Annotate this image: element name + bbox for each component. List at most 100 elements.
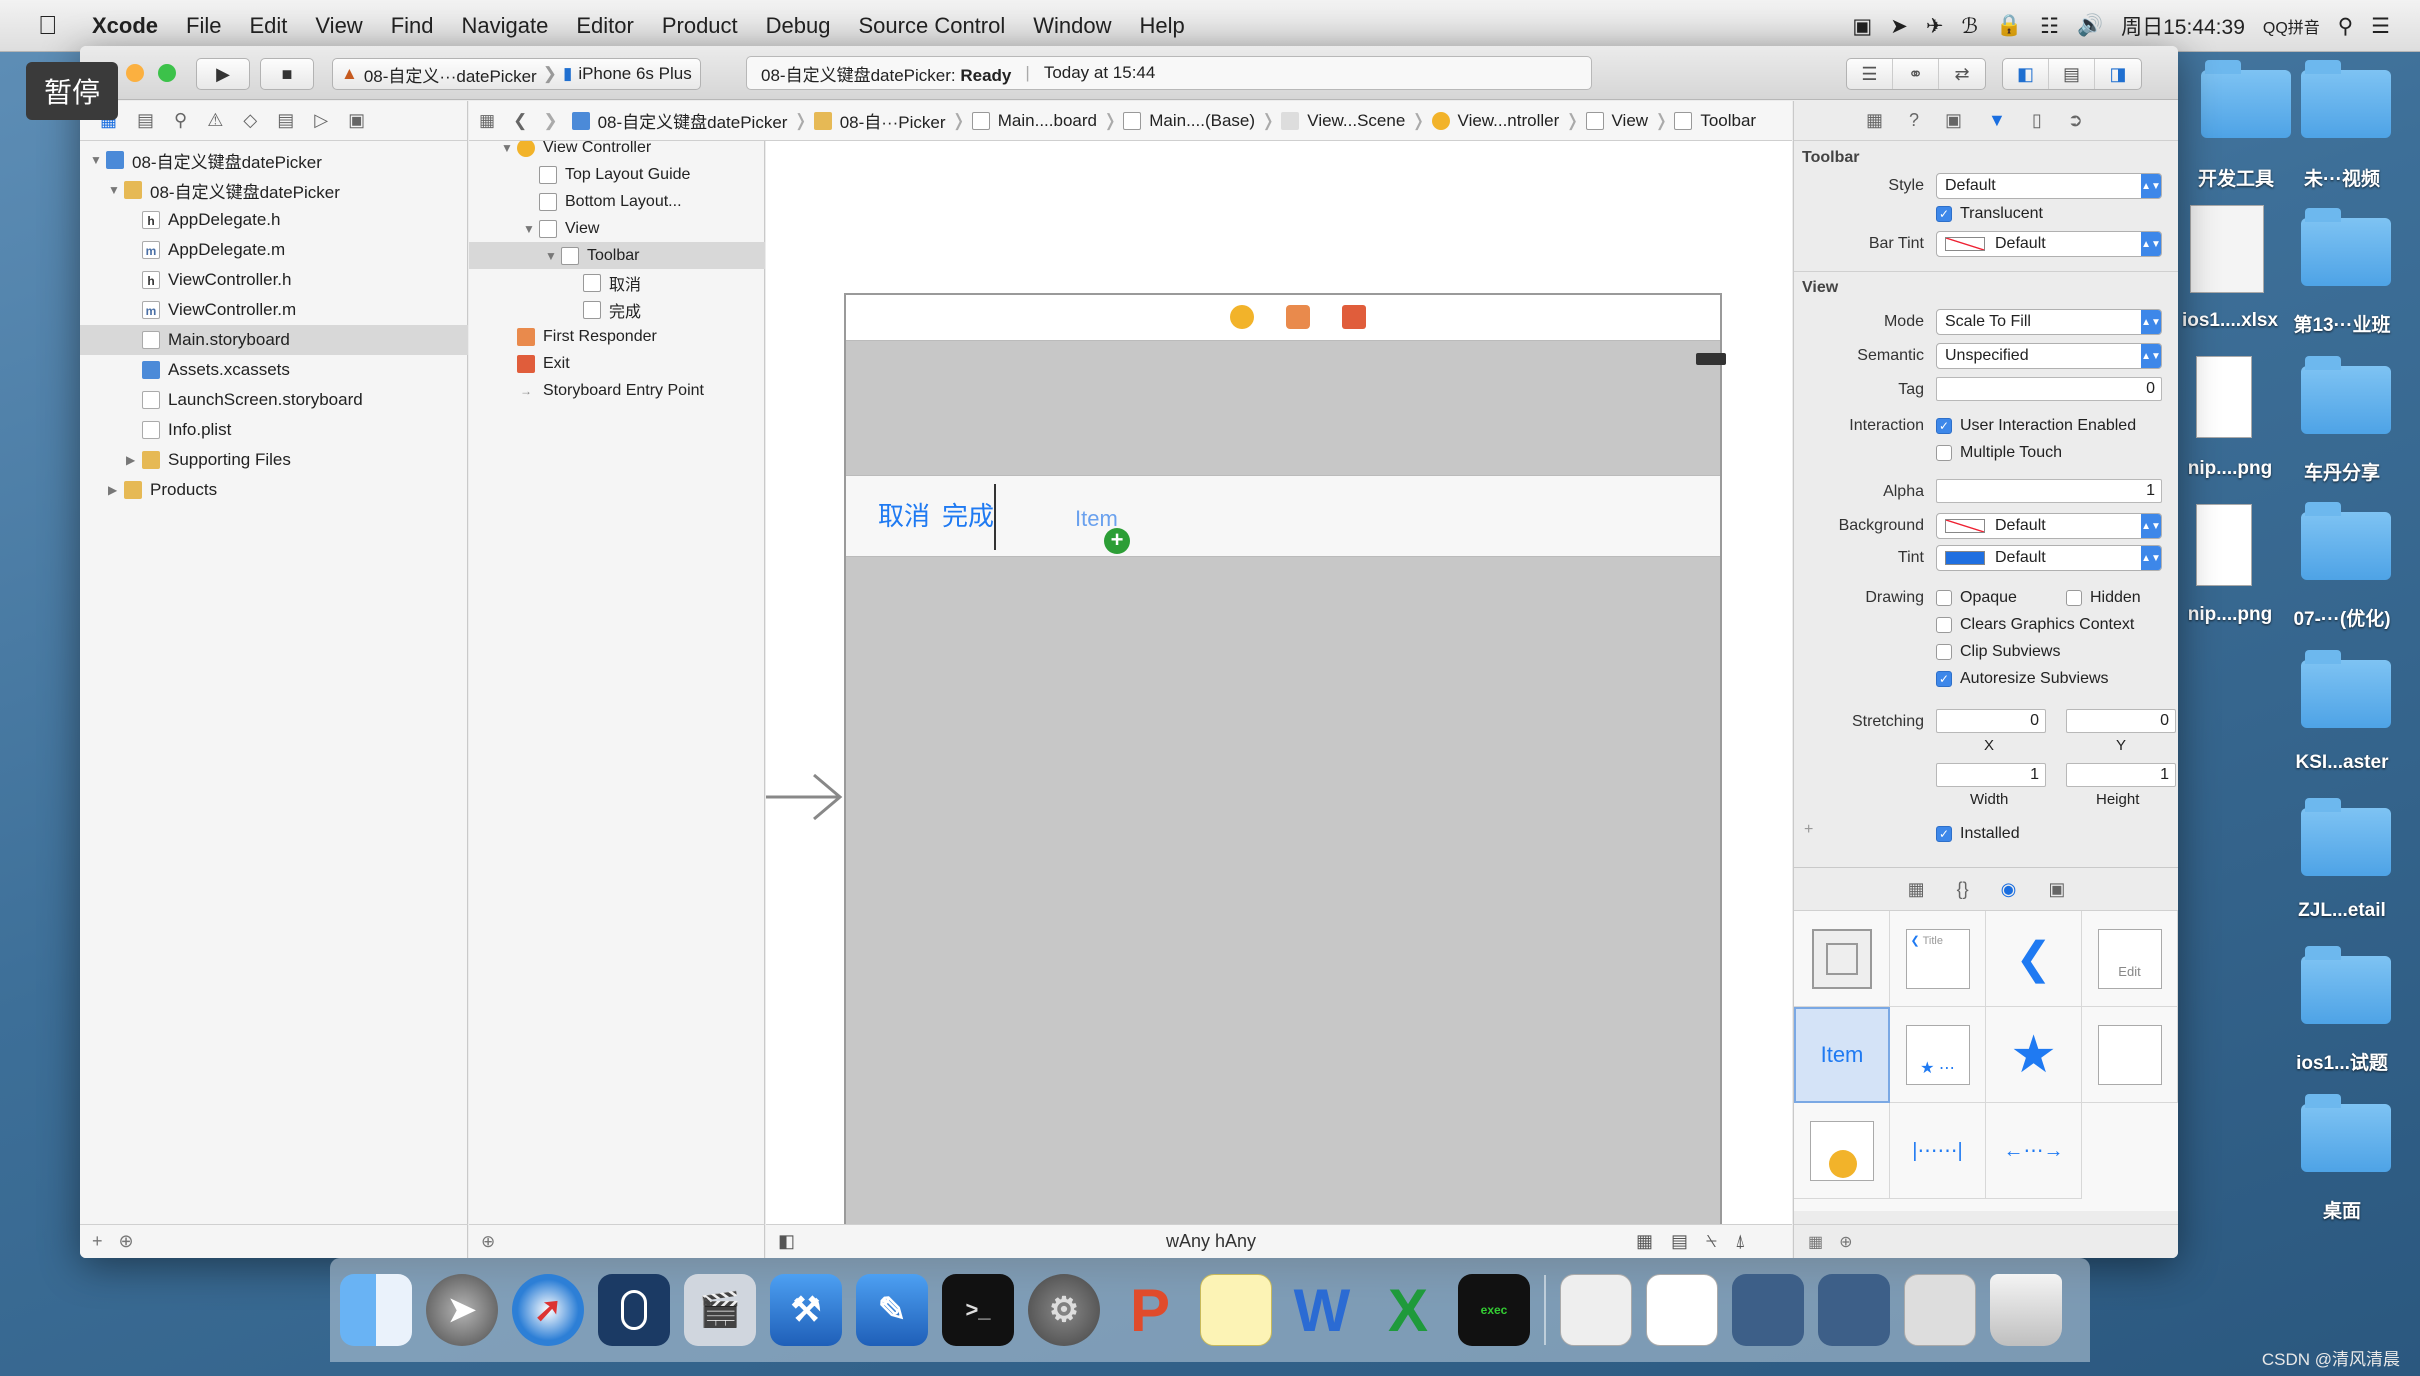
outline-row[interactable]: First Responder xyxy=(469,323,765,350)
clock-text[interactable]: 周日15:44:39 xyxy=(2121,11,2245,41)
toolbar-item-done[interactable]: 完成 xyxy=(942,496,994,533)
desktop-item-label[interactable]: 未···视频 xyxy=(2272,164,2412,191)
outline-row[interactable]: → Storyboard Entry Point xyxy=(469,377,765,404)
file-tree-row[interactable]: h AppDelegate.h xyxy=(80,205,468,235)
menu-window[interactable]: Window xyxy=(1019,13,1125,39)
stretch-width-field[interactable]: 1 xyxy=(1936,763,2046,787)
report-tab-icon[interactable]: ▣ xyxy=(348,110,365,131)
object-library-icon[interactable]: ◉ xyxy=(2001,879,2017,900)
translucent-checkbox[interactable]: ✓ Translucent xyxy=(1936,205,2043,223)
forward-arrow-icon[interactable]: ❯ xyxy=(535,111,565,131)
system-preferences-icon[interactable]: ⚙ xyxy=(1028,1274,1100,1346)
pause-badge[interactable]: 暂停 xyxy=(26,62,118,120)
version-editor-icon[interactable]: ⇄ xyxy=(1939,59,1985,89)
stretch-height-field[interactable]: 1 xyxy=(2066,763,2176,787)
spotlight-search-icon[interactable]: ⚲ xyxy=(2338,14,2353,39)
attributes-inspector-icon[interactable]: ▼ xyxy=(1988,110,2006,131)
disclosure-open-icon[interactable]: ▼ xyxy=(523,222,539,236)
apple-icon[interactable]:  xyxy=(38,10,78,41)
stretch-x-field[interactable]: 0 xyxy=(1936,709,2046,733)
first-responder-icon[interactable] xyxy=(1286,305,1310,329)
editor-mode-control[interactable]: ☰ ⚭ ⇄ xyxy=(1846,58,1986,90)
file-tree-row[interactable]: Main.storyboard xyxy=(80,325,468,355)
trash-icon[interactable] xyxy=(1990,1274,2062,1346)
grid-view-icon[interactable]: ▦ xyxy=(1808,1232,1823,1252)
lock-icon[interactable]: 🔒 xyxy=(1996,14,2022,38)
notes-icon[interactable] xyxy=(1200,1274,1272,1346)
png-file-icon[interactable] xyxy=(2196,504,2252,586)
issue-tab-icon[interactable]: ⚠ xyxy=(207,110,223,131)
filter-icon[interactable]: ⊕ xyxy=(481,1232,495,1252)
breadcrumb-item[interactable]: Toolbar xyxy=(1668,111,1762,131)
disclosure-closed-icon[interactable]: ▶ xyxy=(126,453,142,467)
menu-view[interactable]: View xyxy=(301,13,376,39)
keynote-icon[interactable]: 🎬 xyxy=(684,1274,756,1346)
excel-icon[interactable]: X xyxy=(1372,1274,1444,1346)
desktop-item-label[interactable]: 07-···(优化) xyxy=(2272,604,2412,631)
menu-edit[interactable]: Edit xyxy=(235,13,301,39)
breadcrumb-item[interactable]: Main....board xyxy=(966,111,1103,131)
file-tree-row[interactable]: h ViewController.h xyxy=(80,265,468,295)
panel-toggle-control[interactable]: ◧ ▤ ◨ xyxy=(2002,58,2142,90)
filter-icon[interactable]: ⊕ xyxy=(119,1231,134,1252)
disclosure-open-icon[interactable]: ▼ xyxy=(501,141,517,155)
terminal-icon[interactable]: >_ xyxy=(942,1274,1014,1346)
connections-inspector-icon[interactable]: ➲ xyxy=(2068,110,2083,131)
back-arrow-icon[interactable]: ❮ xyxy=(505,111,535,131)
breadcrumb-item[interactable]: Main....(Base) xyxy=(1117,111,1261,131)
volume-icon[interactable]: 🔊 xyxy=(2077,14,2103,38)
toolbar-view[interactable]: 取消 完成 Item + xyxy=(846,475,1720,557)
file-tree-row[interactable]: Assets.xcassets xyxy=(80,355,468,385)
menu-help[interactable]: Help xyxy=(1126,13,1199,39)
wifi-icon[interactable]: ☷ xyxy=(2040,14,2059,39)
menu-editor[interactable]: Editor xyxy=(562,13,647,39)
zoom-button[interactable] xyxy=(158,64,176,82)
location-icon[interactable]: ➤ xyxy=(1890,14,1908,39)
size-inspector-icon[interactable]: ▯ xyxy=(2032,110,2042,131)
screen-record-icon[interactable]: ▣ xyxy=(1852,14,1872,39)
file-inspector-icon[interactable]: ▦ xyxy=(1866,110,1883,131)
hidden-checkbox[interactable]: Hidden xyxy=(2066,589,2141,607)
disclosure-open-icon[interactable]: ▼ xyxy=(90,153,106,167)
file-template-icon[interactable]: ▦ xyxy=(1908,879,1925,900)
outline-row[interactable]: 取消 xyxy=(469,269,765,296)
size-class-toggle[interactable]: wAny hAny xyxy=(1166,1231,1256,1252)
library-flexible-space-item[interactable]: ←⋯→ xyxy=(1986,1103,2082,1199)
related-items-icon[interactable]: ▦ xyxy=(469,111,505,131)
input-method-text[interactable]: QQ拼音 xyxy=(2263,14,2320,38)
symbol-tab-icon[interactable]: ▤ xyxy=(137,110,154,131)
outline-row[interactable]: Exit xyxy=(469,350,765,377)
outline-row[interactable]: 完成 xyxy=(469,296,765,323)
menu-navigate[interactable]: Navigate xyxy=(448,13,563,39)
word-icon[interactable]: W xyxy=(1286,1274,1358,1346)
minimize-button[interactable] xyxy=(126,64,144,82)
outline-toggle-icon[interactable]: ◧ xyxy=(778,1231,795,1252)
xcode-icon[interactable]: ⚒ xyxy=(770,1274,842,1346)
exit-icon[interactable] xyxy=(1342,305,1366,329)
screenshot-icon[interactable] xyxy=(1732,1274,1804,1346)
breadcrumb-item[interactable]: View xyxy=(1580,111,1655,131)
breadcrumb-item[interactable]: View...Scene xyxy=(1275,111,1411,131)
standard-editor-icon[interactable]: ☰ xyxy=(1847,59,1893,89)
menu-file[interactable]: File xyxy=(172,13,235,39)
view-controller-icon[interactable] xyxy=(1230,305,1254,329)
navigator-toggle-icon[interactable]: ◧ xyxy=(2003,59,2049,89)
desktop-folder-icon[interactable] xyxy=(2286,502,2406,612)
test-tab-icon[interactable]: ◇ xyxy=(243,110,257,131)
desktop-folder-icon[interactable] xyxy=(2286,650,2406,760)
file-tree-row[interactable]: m ViewController.m xyxy=(80,295,468,325)
clears-graphics-checkbox[interactable]: Clears Graphics Context xyxy=(1936,616,2134,634)
exec-terminal-icon[interactable]: exec xyxy=(1458,1274,1530,1346)
stretch-y-field[interactable]: 0 xyxy=(2066,709,2176,733)
library-view-item[interactable] xyxy=(1794,911,1890,1007)
code-snippet-icon[interactable]: {} xyxy=(1957,879,1969,900)
file-tree-row[interactable]: ▶ Products xyxy=(80,475,468,505)
finder-icon[interactable] xyxy=(340,1274,412,1346)
file-tree-row[interactable]: ▼ 08-自定义键盘datePicker xyxy=(80,145,468,175)
disclosure-open-icon[interactable]: ▼ xyxy=(545,249,561,263)
file-tree-row[interactable]: m AppDelegate.m xyxy=(80,235,468,265)
debug-toggle-icon[interactable]: ▤ xyxy=(2049,59,2095,89)
desktop-item-label[interactable]: KSI...aster xyxy=(2272,752,2412,774)
desktop-folder-icon[interactable] xyxy=(2286,798,2406,908)
debug-tab-icon[interactable]: ▤ xyxy=(277,110,294,131)
